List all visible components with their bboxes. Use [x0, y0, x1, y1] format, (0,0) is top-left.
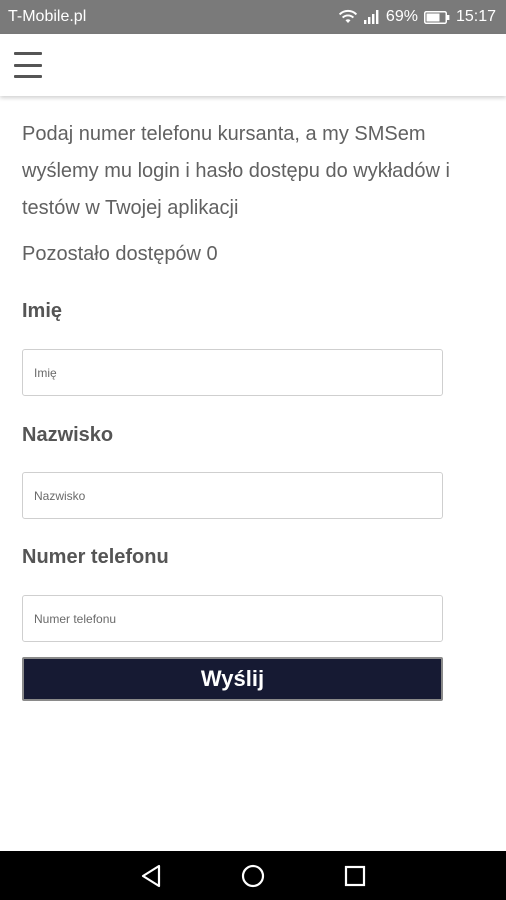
main-content: Podaj numer telefonu kursanta, a my SMSe… [22, 116, 482, 267]
phone-input[interactable] [22, 595, 443, 642]
status-icons: 69% 15:17 [338, 8, 496, 26]
last-name-label: Nazwisko [22, 424, 114, 446]
app-header [0, 34, 506, 96]
home-icon[interactable] [238, 861, 268, 891]
status-bar: T-Mobile.pl 69% 15:17 [0, 0, 506, 34]
clock: 15:17 [455, 8, 496, 25]
recents-icon[interactable] [340, 861, 370, 891]
intro-text: Podaj numer telefonu kursanta, a my SMSe… [22, 123, 450, 219]
signal-icon [363, 10, 380, 24]
submit-button[interactable]: Wyślij [22, 657, 443, 701]
battery-percentage: 69% [385, 8, 418, 25]
system-nav-bar [0, 851, 506, 900]
carrier-name: T-Mobile.pl [8, 8, 87, 25]
back-icon[interactable] [136, 861, 166, 891]
phone-label: Numer telefonu [22, 546, 169, 568]
last-name-input[interactable] [22, 472, 443, 519]
remaining-access-count: Pozostało dostępów 0 [22, 243, 218, 265]
hamburger-menu-icon[interactable] [14, 52, 42, 78]
battery-icon [423, 10, 450, 24]
first-name-label: Imię [22, 300, 63, 322]
first-name-input[interactable] [22, 349, 443, 396]
wifi-icon [338, 9, 358, 25]
